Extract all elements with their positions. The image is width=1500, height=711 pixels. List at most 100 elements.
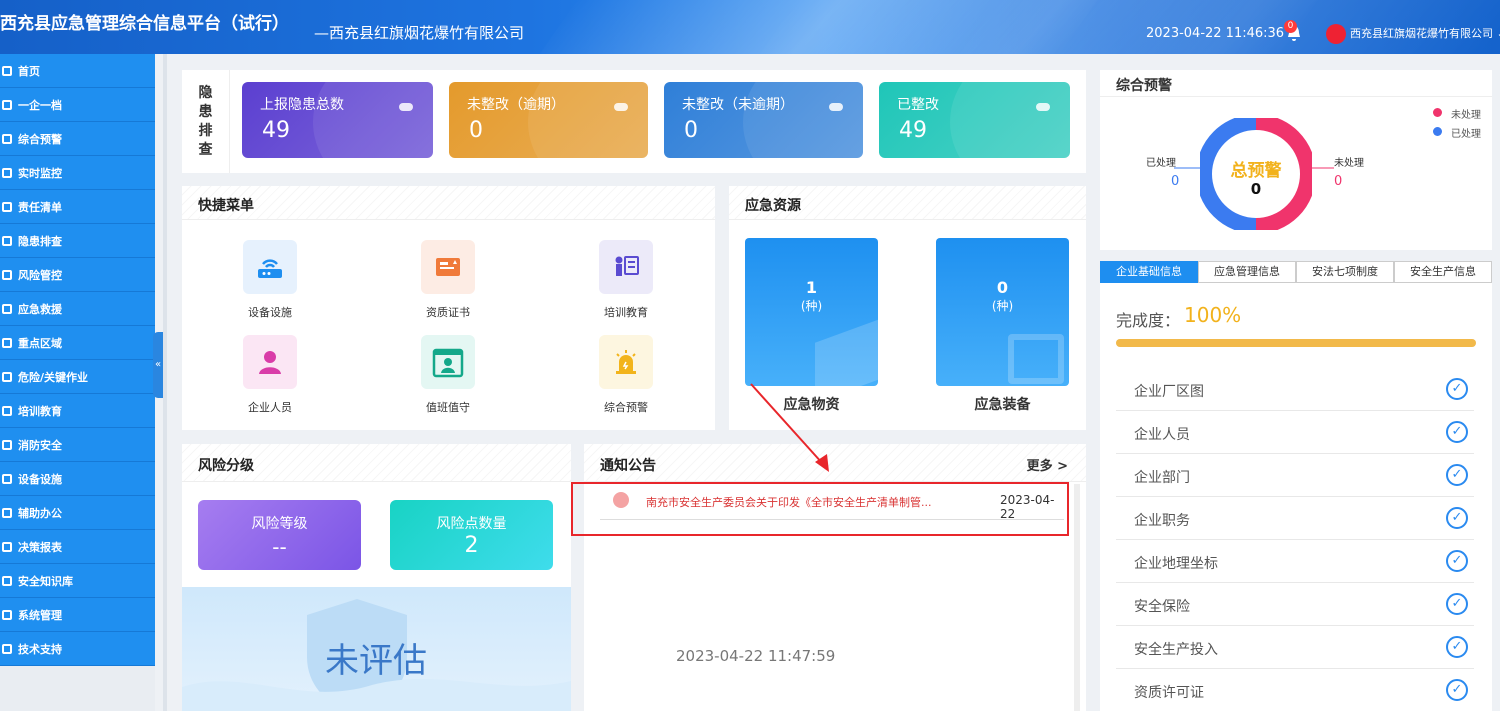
panel-title: 通知公告	[600, 458, 656, 474]
check-circle-icon: ✓	[1446, 593, 1468, 615]
sidebar-item[interactable]: 安全知识库	[0, 564, 155, 598]
quick-item-training[interactable]: 培训教育	[571, 240, 681, 320]
handled-label: 已处理	[1146, 158, 1176, 169]
quick-item-staff[interactable]: 企业人员	[215, 335, 325, 415]
quick-item-label: 综合预警	[604, 401, 648, 414]
sidebar-item-label: 实时监控	[18, 166, 62, 180]
checklist-row[interactable]: 企业地理坐标 ✓	[1116, 540, 1474, 583]
stat-card-total[interactable]: 上报隐患总数 49	[242, 82, 433, 158]
checklist-label: 企业地理坐标	[1134, 556, 1218, 572]
sidebar-item-label: 应急救援	[18, 302, 62, 316]
toggle-icon	[829, 103, 843, 111]
resource-label: 应急装备	[974, 397, 1031, 413]
tab-production-info[interactable]: 安全生产信息	[1394, 261, 1492, 283]
emblem-icon	[1326, 24, 1346, 44]
resource-card-equipment[interactable]: 0 (种)	[936, 238, 1069, 386]
calendar-duty-icon	[421, 335, 475, 389]
stat-card-pending[interactable]: 未整改（未逾期） 0	[664, 82, 863, 158]
stat-value: 49	[899, 118, 927, 143]
sidebar-item[interactable]: 设备设施	[0, 462, 155, 496]
completion-value: 100%	[1184, 303, 1242, 327]
quick-menu-panel: 快捷菜单 设备设施 资质证书 培训教育 企业人员 值班值守 综合预警	[182, 186, 715, 430]
certificate-icon	[421, 240, 475, 294]
equipment-icon	[1008, 334, 1064, 384]
sidebar-item[interactable]: 应急救援	[0, 292, 155, 326]
scrollbar[interactable]	[1074, 484, 1080, 711]
annotation-arrow	[750, 383, 829, 472]
toggle-icon	[1036, 103, 1050, 111]
legend-label[interactable]: 未处理	[1451, 106, 1481, 121]
risk-points-card[interactable]: 风险点数量 2	[390, 500, 553, 570]
sidebar-item-label: 重点区域	[18, 336, 62, 350]
sidebar-item[interactable]: 技术支持	[0, 632, 155, 666]
quick-item-label: 培训教育	[604, 306, 648, 319]
quick-item-label: 设备设施	[248, 306, 292, 319]
risk-level-label: 风险等级	[251, 516, 308, 532]
hazard-side-label: 隐 患 排 查	[182, 70, 230, 173]
collapse-sidebar-button[interactable]: «	[153, 332, 163, 398]
sidebar-item[interactable]: 决策报表	[0, 530, 155, 564]
user-menu[interactable]: 西充县红旗烟花爆竹有限公司 ⌄	[1350, 25, 1500, 41]
legend-label[interactable]: 已处理	[1451, 125, 1481, 140]
nav-icon	[2, 65, 12, 76]
checklist-label: 企业人员	[1134, 427, 1190, 443]
quick-item-warning[interactable]: 综合预警	[571, 335, 681, 415]
resource-card-supplies[interactable]: 1 (种)	[745, 238, 878, 386]
quick-item-certificate[interactable]: 资质证书	[393, 240, 503, 320]
nav-icon	[2, 371, 12, 382]
sidebar: 首页 一企一档 综合预警实时监控责任清单 隐患排查 风险管控应急救援重点区域危险/关键作…	[0, 54, 155, 666]
resource-count: 1	[805, 278, 818, 297]
checklist-row[interactable]: 企业人员 ✓	[1116, 411, 1474, 454]
checklist-label: 安全保险	[1134, 599, 1190, 615]
stat-card-fixed[interactable]: 已整改 49	[879, 82, 1070, 158]
stat-value: 0	[684, 118, 698, 143]
donut-center-value: 0	[1250, 180, 1262, 198]
sidebar-item[interactable]: 风险管控	[0, 258, 155, 292]
more-link[interactable]: 更多 >	[1027, 455, 1068, 474]
sidebar-item[interactable]: 危险/关键作业	[0, 360, 155, 394]
checklist-row[interactable]: 资质许可证 ✓	[1116, 669, 1474, 711]
quick-item-duty[interactable]: 值班值守	[393, 335, 503, 415]
unhandled-value: 0	[1334, 174, 1343, 189]
stat-card-overdue[interactable]: 未整改（逾期） 0	[449, 82, 648, 158]
sidebar-item[interactable]: 辅助办公	[0, 496, 155, 530]
quick-item-equipment[interactable]: 设备设施	[215, 240, 325, 320]
risk-level-value: --	[272, 535, 287, 559]
side-char: 患	[198, 104, 213, 120]
stat-value: 0	[469, 118, 483, 143]
company-subtitle: —西充县红旗烟花爆竹有限公司	[314, 24, 525, 42]
tab-safety-law[interactable]: 安法七项制度	[1296, 261, 1394, 283]
overlay-timestamp: 2023-04-22 11:47:59	[676, 647, 836, 665]
checklist-row[interactable]: 企业部门 ✓	[1116, 454, 1474, 497]
sidebar-item[interactable]: 实时监控	[0, 156, 155, 190]
risk-status-area: 未评估	[182, 587, 571, 711]
side-char: 隐	[198, 85, 213, 101]
check-circle-icon: ✓	[1446, 550, 1468, 572]
sidebar-item[interactable]: 培训教育	[0, 394, 155, 428]
nav-icon	[2, 235, 12, 246]
risk-level-card[interactable]: 风险等级 --	[198, 500, 361, 570]
sidebar-item[interactable]: 责任清单	[0, 190, 155, 224]
sidebar-item[interactable]: 消防安全	[0, 428, 155, 462]
info-panel: 企业基础信息 应急管理信息 安法七项制度 安全生产信息 完成度： 100% 企业…	[1100, 261, 1492, 711]
tab-emergency-info[interactable]: 应急管理信息	[1198, 261, 1296, 283]
checklist-row[interactable]: 企业职务 ✓	[1116, 497, 1474, 540]
sidebar-item[interactable]: 综合预警	[0, 122, 155, 156]
sidebar-item[interactable]: 一企一档	[0, 88, 155, 122]
nav-icon	[2, 643, 12, 654]
sidebar-item[interactable]: 隐患排查	[0, 224, 155, 258]
checklist-row[interactable]: 安全保险 ✓	[1116, 583, 1474, 626]
quick-item-label: 值班值守	[426, 401, 470, 414]
nav-icon	[2, 99, 12, 110]
checklist-row[interactable]: 企业厂区图 ✓	[1116, 368, 1474, 411]
notification-badge: 0	[1284, 20, 1297, 33]
nav-icon	[2, 303, 12, 314]
tab-basic-info[interactable]: 企业基础信息	[1100, 261, 1198, 283]
resource-unit: (种)	[800, 299, 823, 313]
stat-label: 未整改（未逾期）	[682, 97, 794, 113]
warning-panel: 综合预警 未处理 已处理 总预警 0 已处理 0 未处理 0	[1100, 70, 1492, 250]
sidebar-item[interactable]: 首页	[0, 54, 155, 88]
sidebar-item[interactable]: 系统管理	[0, 598, 155, 632]
sidebar-item[interactable]: 重点区域	[0, 326, 155, 360]
checklist-row[interactable]: 安全生产投入 ✓	[1116, 626, 1474, 669]
